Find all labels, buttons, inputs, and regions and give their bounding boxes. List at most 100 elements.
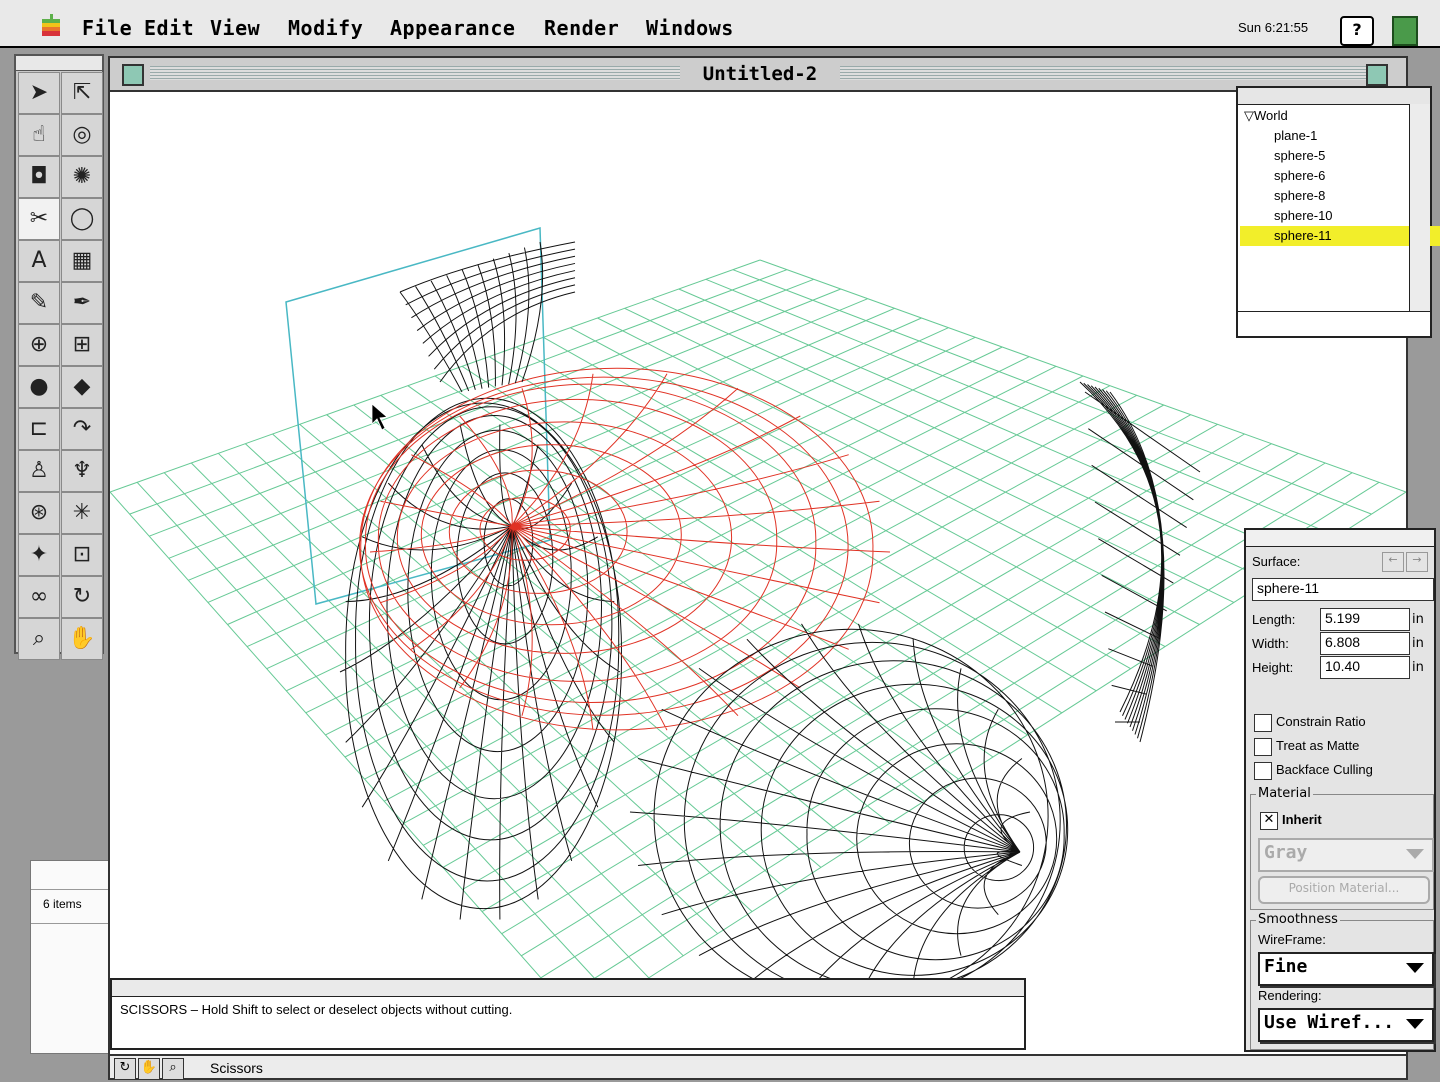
close-box-icon[interactable]	[122, 64, 144, 86]
constrain-ratio-checkbox[interactable]	[1254, 714, 1272, 732]
sphere-icon[interactable]: ●	[18, 366, 60, 408]
menu-windows[interactable]: Windows	[646, 16, 734, 40]
hand-pan-icon[interactable]: ✋	[138, 1058, 160, 1080]
extrude-icon[interactable]: ⊏	[18, 408, 60, 450]
magic-icon[interactable]: ✦	[18, 534, 60, 576]
sweep-icon[interactable]: ↷	[61, 408, 103, 450]
wireframe-scene[interactable]	[110, 92, 1406, 1054]
help-window-title-bar[interactable]	[112, 980, 1024, 997]
hand-rotate-icon[interactable]: ☝	[18, 114, 60, 156]
chevron-down-icon	[1406, 1019, 1424, 1029]
constrain-ratio-label: Constrain Ratio	[1276, 714, 1366, 729]
hand-icon[interactable]: ✋	[61, 618, 103, 660]
application-menu-icon[interactable]	[1392, 16, 1418, 46]
wireframe-label: WireFrame:	[1258, 932, 1326, 947]
menu-render[interactable]: Render	[544, 16, 619, 40]
skin-icon[interactable]: ♆	[61, 450, 103, 492]
width-label: Width:	[1252, 636, 1289, 651]
document-title: Untitled-2	[680, 60, 840, 88]
direct-select-icon[interactable]: ⇱	[61, 72, 103, 114]
zoom-icon[interactable]: ⌕	[18, 618, 60, 660]
camera-icon[interactable]: ◘	[18, 156, 60, 198]
zoom-box-icon[interactable]	[1366, 64, 1388, 86]
menu-file[interactable]: File	[82, 16, 132, 40]
tool-palette-title-bar[interactable]	[16, 56, 102, 71]
tool-help-text: SCISSORS – Hold Shift to select or desel…	[120, 1002, 513, 1017]
glasses-icon[interactable]: ∞	[18, 576, 60, 618]
mesh-icon[interactable]: ⊛	[18, 492, 60, 534]
rendering-label: Rendering:	[1258, 988, 1322, 1003]
height-field[interactable]: 10.40	[1320, 656, 1410, 679]
scene-item[interactable]: sphere-6	[1274, 166, 1325, 186]
menu-appearance[interactable]: Appearance	[390, 16, 515, 40]
material-value: Gray	[1264, 842, 1308, 863]
status-bar: ↻ ✋ ⌕ Scissors	[108, 1054, 1408, 1080]
scene-item[interactable]: sphere-5	[1274, 146, 1325, 166]
inherit-checkbox[interactable]: ✕	[1260, 812, 1278, 830]
disclosure-triangle-icon[interactable]: ▽	[1244, 108, 1254, 123]
crosshair-icon[interactable]: ⊕	[18, 324, 60, 366]
properties-title-bar[interactable]	[1246, 530, 1434, 547]
length-field[interactable]: 5.199	[1320, 608, 1410, 631]
scene-scrollbar[interactable]	[1409, 104, 1430, 314]
scene-window-title-bar[interactable]	[1238, 88, 1430, 105]
wireframe-popup[interactable]: Fine	[1258, 952, 1434, 986]
length-label: Length:	[1252, 612, 1296, 627]
sphere-wireframe-front	[629, 623, 1069, 1004]
grid-icon[interactable]: ⊞	[61, 324, 103, 366]
document-window: Untitled-2	[108, 56, 1408, 1056]
scene-root-world[interactable]: ▽World	[1244, 106, 1288, 126]
pencil-icon[interactable]: ✎	[18, 282, 60, 324]
text-icon[interactable]: A	[18, 240, 60, 282]
next-arrow-icon[interactable]: →	[1406, 552, 1428, 572]
help-icon[interactable]: ?	[1340, 16, 1374, 46]
pen-icon[interactable]: ✒	[61, 282, 103, 324]
rotate-view-icon[interactable]: ↻	[114, 1058, 136, 1080]
3d-viewport[interactable]	[110, 92, 1406, 1054]
scene-root-label: World	[1254, 108, 1288, 123]
menu-modify[interactable]: Modify	[288, 16, 363, 40]
sphere-fragment-cut	[399, 241, 576, 393]
plane-grid-icon[interactable]: ▦	[61, 240, 103, 282]
frame-icon[interactable]: ⊡	[61, 534, 103, 576]
sphere-outline-icon[interactable]: ◯	[61, 198, 103, 240]
apple-menu-icon[interactable]	[40, 14, 62, 38]
menu-edit[interactable]: Edit	[144, 16, 194, 40]
cube-icon[interactable]: ◆	[61, 366, 103, 408]
scene-window-footer	[1238, 311, 1430, 336]
position-material-button[interactable]: Position Material...	[1258, 876, 1430, 904]
chevron-down-icon	[1406, 849, 1424, 859]
document-title-bar[interactable]: Untitled-2	[110, 58, 1406, 92]
backface-culling-label: Backface Culling	[1276, 762, 1373, 777]
lathe-icon[interactable]: ♙	[18, 450, 60, 492]
sphere-fragment-right	[1079, 381, 1201, 743]
treat-as-matte-checkbox[interactable]	[1254, 738, 1272, 756]
rendering-popup[interactable]: Use Wiref...	[1258, 1008, 1434, 1042]
scene-item[interactable]: sphere-8	[1274, 186, 1325, 206]
surface-name-field[interactable]: sphere-11	[1252, 578, 1434, 601]
material-popup[interactable]: Gray	[1258, 838, 1434, 872]
material-group-title: Material	[1256, 786, 1313, 801]
wireframe-value: Fine	[1264, 956, 1308, 977]
scene-item[interactable]: sphere-10	[1274, 206, 1333, 226]
target-icon[interactable]: ◎	[61, 114, 103, 156]
previous-arrow-icon[interactable]: ←	[1382, 552, 1404, 572]
burst-icon[interactable]: ✳	[61, 492, 103, 534]
menu-view[interactable]: View	[210, 16, 260, 40]
zoom-view-icon[interactable]: ⌕	[162, 1058, 184, 1080]
menubar-clock: Sun 6:21:55	[1238, 20, 1309, 35]
light-icon[interactable]: ✺	[61, 156, 103, 198]
current-tool-name: Scissors	[210, 1060, 263, 1076]
tool-palette: ➤ ⇱ ☝ ◎ ◘ ✺ ✂ ◯ A ▦ ✎ ✒ ⊕ ⊞ ● ◆ ⊏ ↷ ♙ ♆ ⊛ ✳ ✦ ⊡ ∞ ↻ ⌕ ✋	[14, 54, 104, 660]
ground-plane-grid	[110, 259, 1406, 1023]
backface-culling-checkbox[interactable]	[1254, 762, 1272, 780]
chevron-down-icon	[1406, 963, 1424, 973]
arrow-icon[interactable]: ➤	[18, 72, 60, 114]
properties-window: Surface: ← → sphere-11 Length: 5.199 in …	[1244, 528, 1436, 1052]
rotate-icon[interactable]: ↻	[61, 576, 103, 618]
smoothness-group-title: Smoothness	[1256, 912, 1340, 927]
width-field[interactable]: 6.808	[1320, 632, 1410, 655]
width-unit: in	[1412, 636, 1424, 651]
scene-item[interactable]: plane-1	[1274, 126, 1317, 146]
scissors-icon[interactable]: ✂	[18, 198, 60, 240]
